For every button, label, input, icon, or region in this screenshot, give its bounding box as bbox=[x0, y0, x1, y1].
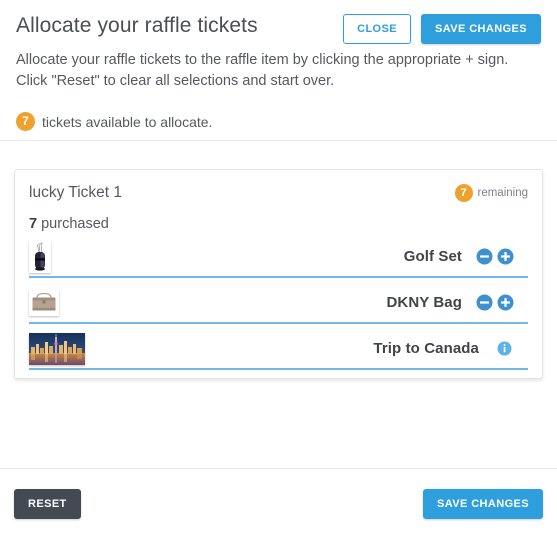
item-label: Trip to Canada bbox=[373, 340, 479, 357]
plus-circle-icon[interactable] bbox=[497, 294, 514, 311]
raffle-item-row: DKNY Bag bbox=[29, 283, 528, 324]
purchased-label: purchased bbox=[41, 216, 109, 232]
purchased-line: 7 purchased bbox=[29, 216, 528, 232]
remaining-label: remaining bbox=[477, 187, 529, 199]
modal-header: Allocate your raffle tickets CLOSE SAVE … bbox=[0, 0, 557, 131]
modal-body: lucky Ticket 1 7 remaining 7 purchased G… bbox=[0, 141, 557, 468]
raffle-item-row: Trip to Canada bbox=[29, 329, 528, 370]
item-label: DKNY Bag bbox=[386, 294, 462, 311]
toronto-skyline-thumbnail bbox=[29, 332, 85, 365]
tickets-available-line: 7 tickets available to allocate. bbox=[16, 112, 541, 131]
remaining-count-badge: 7 bbox=[454, 184, 473, 202]
available-count-badge: 7 bbox=[16, 112, 35, 131]
page-title: Allocate your raffle tickets bbox=[16, 14, 258, 37]
handbag-thumbnail bbox=[29, 289, 59, 316]
close-button[interactable]: CLOSE bbox=[343, 14, 411, 44]
save-changes-button-footer[interactable]: SAVE CHANGES bbox=[423, 488, 543, 519]
minus-circle-icon[interactable] bbox=[476, 248, 493, 265]
purchased-quantity: 7 bbox=[29, 216, 38, 232]
plus-circle-icon[interactable] bbox=[497, 248, 514, 265]
header-button-group: CLOSE SAVE CHANGES bbox=[343, 12, 541, 44]
modal-footer: RESET SAVE CHANGES bbox=[0, 469, 557, 538]
reset-button[interactable]: RESET bbox=[14, 488, 81, 519]
instructions-text: Allocate your raffle tickets to the raff… bbox=[16, 52, 509, 89]
header-top-row: Allocate your raffle tickets CLOSE SAVE … bbox=[16, 12, 541, 44]
remaining-group: 7 remaining bbox=[454, 184, 529, 202]
info-circle-icon[interactable] bbox=[497, 341, 512, 356]
item-label: Golf Set bbox=[403, 248, 462, 265]
available-text: tickets available to allocate. bbox=[42, 113, 213, 130]
save-changes-button-header[interactable]: SAVE CHANGES bbox=[421, 14, 541, 44]
ticket-card-header: lucky Ticket 1 7 remaining bbox=[29, 184, 528, 202]
ticket-card: lucky Ticket 1 7 remaining 7 purchased G… bbox=[14, 169, 543, 379]
golf-bag-thumbnail bbox=[29, 240, 51, 273]
raffle-item-row: Golf Set bbox=[29, 237, 528, 278]
ticket-name: lucky Ticket 1 bbox=[29, 184, 123, 201]
minus-circle-icon[interactable] bbox=[476, 294, 493, 311]
